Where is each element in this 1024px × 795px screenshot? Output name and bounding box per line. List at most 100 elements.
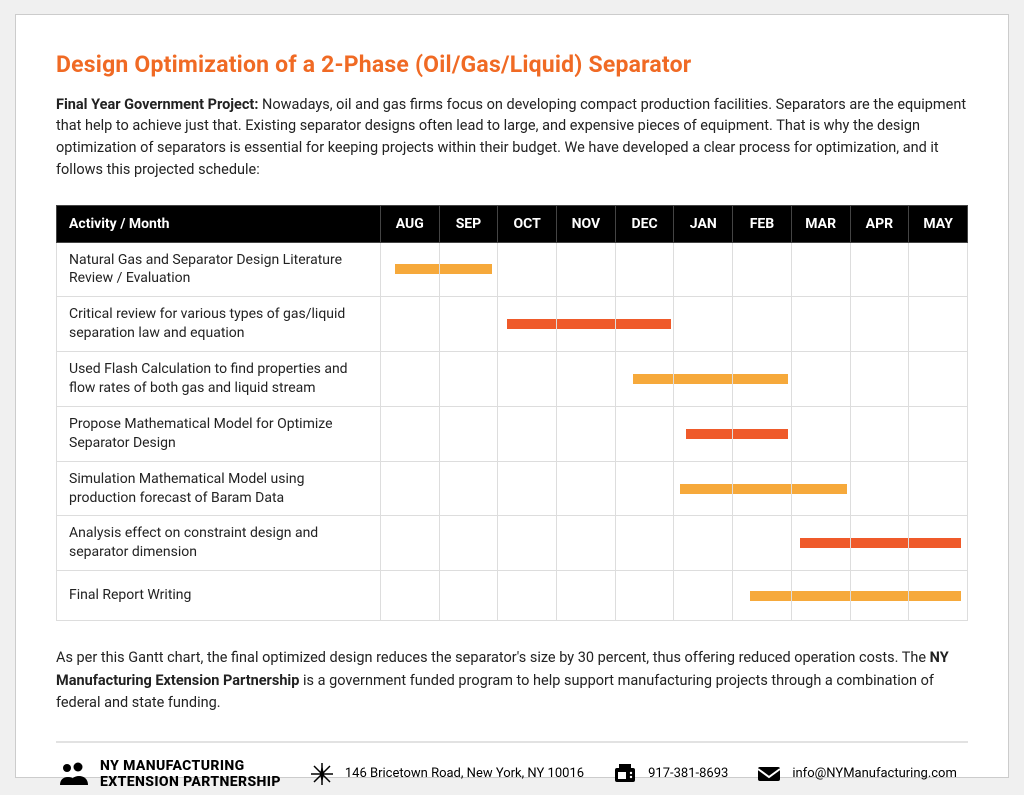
org-line2: EXTENSION PARTNERSHIP — [100, 774, 281, 790]
gantt-bar — [851, 591, 909, 601]
footer-email: info@NYManufacturing.com — [756, 761, 957, 787]
month-cell — [557, 406, 616, 461]
month-cell — [380, 406, 439, 461]
col-month: APR — [850, 205, 909, 242]
month-cell — [380, 242, 439, 297]
month-cell — [791, 297, 850, 352]
footer-address: 146 Bricetown Road, New York, NY 10016 — [309, 761, 584, 787]
month-cell — [674, 461, 733, 516]
gantt-bar — [680, 484, 732, 494]
month-cell — [733, 242, 792, 297]
fax-icon — [612, 761, 638, 787]
gantt-bar — [792, 591, 850, 601]
gantt-bar — [750, 591, 790, 601]
month-cell — [674, 406, 733, 461]
gantt-bar — [507, 319, 556, 329]
month-cell — [557, 516, 616, 571]
activity-cell: Simulation Mathematical Model using prod… — [57, 461, 381, 516]
people-icon — [56, 757, 90, 791]
month-cell — [498, 406, 557, 461]
gantt-bar — [733, 484, 791, 494]
month-cell — [850, 406, 909, 461]
month-cell — [791, 461, 850, 516]
email-text: info@NYManufacturing.com — [792, 766, 957, 781]
month-cell — [674, 571, 733, 621]
month-cell — [909, 461, 968, 516]
month-cell — [674, 242, 733, 297]
month-cell — [850, 516, 909, 571]
month-cell — [615, 406, 674, 461]
month-cell — [791, 516, 850, 571]
address-text: 146 Bricetown Road, New York, NY 10016 — [345, 766, 584, 781]
document-page: Design Optimization of a 2-Phase (Oil/Ga… — [15, 14, 1009, 778]
col-month: MAR — [791, 205, 850, 242]
gantt-head-row: Activity / Month AUGSEPOCTNOVDECJANFEBMA… — [57, 205, 968, 242]
gantt-bar — [686, 429, 732, 439]
gantt-head: Activity / Month AUGSEPOCTNOVDECJANFEBMA… — [57, 205, 968, 242]
month-cell — [498, 516, 557, 571]
month-cell — [615, 242, 674, 297]
month-cell — [557, 352, 616, 407]
month-cell — [733, 352, 792, 407]
month-cell — [791, 242, 850, 297]
col-month: MAY — [909, 205, 968, 242]
table-row: Simulation Mathematical Model using prod… — [57, 461, 968, 516]
gantt-bar — [674, 374, 732, 384]
intro-paragraph: Final Year Government Project: Nowadays,… — [56, 94, 968, 181]
outro-paragraph: As per this Gantt chart, the final optim… — [56, 647, 968, 714]
month-cell — [850, 571, 909, 621]
intro-lead: Final Year Government Project: — [56, 96, 258, 113]
month-cell — [380, 516, 439, 571]
month-cell — [909, 352, 968, 407]
month-cell — [439, 571, 498, 621]
month-cell — [850, 352, 909, 407]
month-cell — [909, 242, 968, 297]
month-cell — [674, 516, 733, 571]
org-line1: NY MANUFACTURING — [100, 758, 281, 774]
col-month: OCT — [498, 205, 557, 242]
month-cell — [909, 297, 968, 352]
month-cell — [439, 242, 498, 297]
gantt-body: Natural Gas and Separator Design Literat… — [57, 242, 968, 621]
month-cell — [733, 516, 792, 571]
table-row: Analysis effect on constraint design and… — [57, 516, 968, 571]
table-row: Final Report Writing — [57, 571, 968, 621]
month-cell — [498, 242, 557, 297]
activity-cell: Propose Mathematical Model for Optimize … — [57, 406, 381, 461]
month-cell — [791, 571, 850, 621]
footer: NY MANUFACTURING EXTENSION PARTNERSHIP 1… — [56, 757, 968, 791]
gantt-bar — [800, 538, 849, 548]
activity-cell: Natural Gas and Separator Design Literat… — [57, 242, 381, 297]
gantt-bar — [851, 538, 909, 548]
col-month: SEP — [439, 205, 498, 242]
month-cell — [498, 352, 557, 407]
gantt-bar — [909, 591, 961, 601]
page-title: Design Optimization of a 2-Phase (Oil/Ga… — [56, 51, 968, 78]
gantt-bar — [557, 319, 615, 329]
month-cell — [791, 406, 850, 461]
month-cell — [380, 297, 439, 352]
col-month: AUG — [380, 205, 439, 242]
activity-cell: Critical review for various types of gas… — [57, 297, 381, 352]
col-activity: Activity / Month — [57, 205, 381, 242]
month-cell — [850, 297, 909, 352]
gantt-bar — [616, 319, 671, 329]
month-cell — [557, 461, 616, 516]
month-cell — [791, 352, 850, 407]
gantt-bar — [909, 538, 961, 548]
col-month: NOV — [557, 205, 616, 242]
mail-icon — [756, 761, 782, 787]
gantt-bar — [792, 484, 847, 494]
footer-phone: 917-381-8693 — [612, 761, 728, 787]
month-cell — [733, 571, 792, 621]
gantt-bar — [733, 374, 788, 384]
month-cell — [909, 571, 968, 621]
month-cell — [733, 406, 792, 461]
month-cell — [498, 571, 557, 621]
month-cell — [615, 516, 674, 571]
month-cell — [615, 571, 674, 621]
month-cell — [909, 516, 968, 571]
month-cell — [733, 461, 792, 516]
table-row: Critical review for various types of gas… — [57, 297, 968, 352]
col-month: DEC — [615, 205, 674, 242]
